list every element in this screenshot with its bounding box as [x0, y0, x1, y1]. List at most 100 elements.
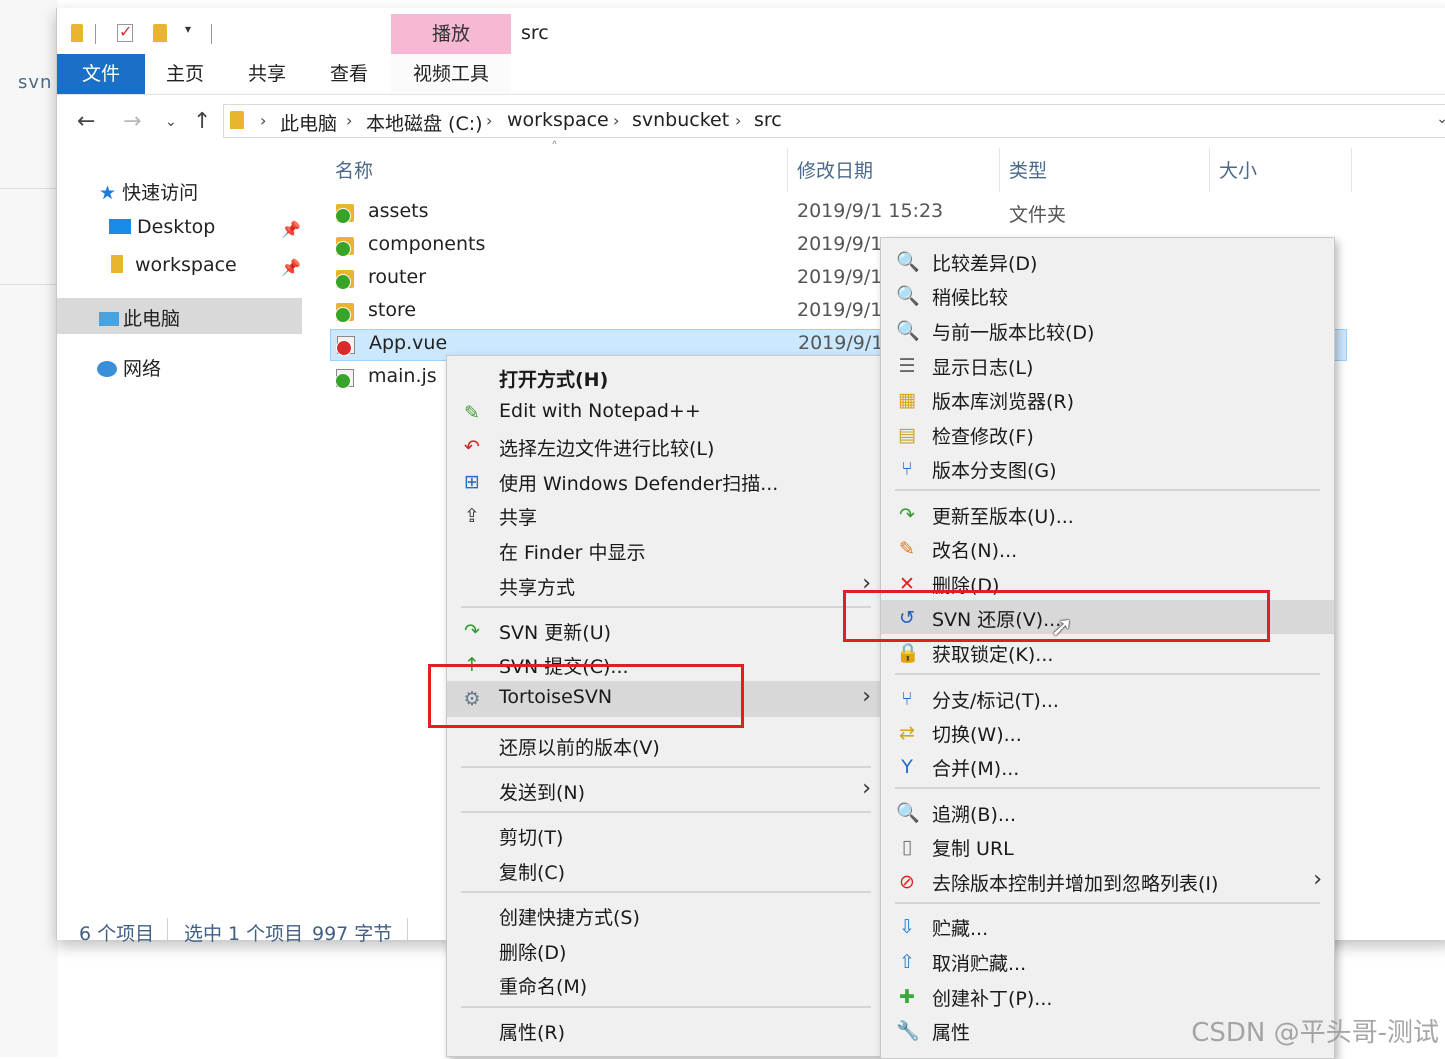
submenu-item-blame[interactable]: 🔍 追溯(B)... [881, 795, 1334, 829]
tab-video-tools[interactable]: 视频工具 [391, 54, 511, 94]
nav-this-pc[interactable]: 此电脑 [99, 304, 180, 331]
pin-icon[interactable]: 📌 [281, 220, 301, 239]
desktop-icon [109, 219, 131, 234]
star-icon: ★ [99, 182, 117, 204]
tab-home[interactable]: 主页 [149, 54, 221, 94]
submenu-item-unshelve[interactable]: ⇧ 取消贮藏... [881, 944, 1334, 978]
ribbon-tabs: 文件 主页 共享 查看 视频工具 [57, 54, 1445, 95]
copy-url-icon: ▯ [901, 836, 913, 858]
menu-separator [895, 489, 1320, 491]
menu-item-defender-scan[interactable]: ⊞ 使用 Windows Defender扫描... [447, 464, 881, 498]
menu-separator [461, 891, 871, 893]
customize-toolbar-dropdown[interactable]: ▾ [185, 22, 191, 36]
menu-item-restore-previous[interactable]: 还原以前的版本(V) [447, 728, 881, 762]
column-divider[interactable] [787, 148, 788, 192]
submenu-item-unversion-ignore[interactable]: ⊘ 去除版本控制并增加到忽略列表(I) › [881, 864, 1334, 898]
revision-graph-icon: ⑂ [901, 458, 913, 480]
submenu-item-shelve[interactable]: ⇩ 贮藏... [881, 909, 1334, 943]
back-arrow-icon[interactable]: ← [77, 102, 95, 142]
menu-item-rename[interactable]: 重命名(M) [447, 967, 881, 1001]
submenu-item-rename[interactable]: ✎ 改名(N)... [881, 531, 1334, 565]
up-arrow-icon[interactable]: ↑ [193, 102, 211, 142]
tortoise-svn-submenu: 🔍 比较差异(D) 🔍 稍候比较 🔍 与前一版本比较(D) ☰ 显示日志(L) … [880, 237, 1335, 1059]
chevron-right-icon[interactable]: › [346, 111, 352, 130]
chevron-right-icon[interactable]: › [613, 111, 619, 130]
submenu-item-check-modifications[interactable]: ▤ 检查修改(F) [881, 417, 1334, 451]
tab-file[interactable]: 文件 [57, 54, 145, 94]
submenu-item-update-to-revision[interactable]: ↷ 更新至版本(U)... [881, 497, 1334, 531]
svn-normal-badge-icon [335, 241, 351, 257]
computer-icon [99, 312, 119, 326]
submenu-item-create-patch[interactable]: ✚ 创建补丁(P)... [881, 979, 1334, 1013]
recent-locations-chevron-icon[interactable]: ⌄ [165, 102, 177, 142]
file-row-assets[interactable]: assets 2019/9/1 15:23 文件夹 [330, 198, 1347, 230]
menu-separator [461, 1006, 871, 1008]
chevron-right-icon[interactable]: › [260, 111, 266, 130]
column-divider[interactable] [1209, 148, 1210, 192]
submenu-item-merge[interactable]: Y 合并(M)... [881, 749, 1334, 783]
menu-item-properties[interactable]: 属性(R) [447, 1013, 881, 1047]
chevron-right-icon[interactable]: › [486, 111, 492, 130]
menu-item-send-to[interactable]: 发送到(N) › [447, 773, 881, 807]
nav-item-workspace[interactable]: workspace [111, 254, 237, 276]
menu-item-edit-notepad[interactable]: ✎ Edit with Notepad++ [447, 395, 881, 429]
menu-item-show-in-finder[interactable]: 在 Finder 中显示 [447, 533, 881, 567]
status-item-count: 6 个项目 [79, 923, 155, 945]
folder-icon[interactable] [71, 24, 83, 42]
column-header-name[interactable]: 名称 [335, 156, 373, 183]
menu-item-share-with[interactable]: 共享方式 › [447, 568, 881, 602]
menu-item-open-with[interactable]: 打开方式(H) [447, 360, 881, 394]
menu-separator [461, 606, 871, 608]
network-icon [97, 361, 117, 377]
nav-network[interactable]: 网络 [97, 354, 161, 381]
submenu-item-repo-browser[interactable]: ▦ 版本库浏览器(R) [881, 382, 1334, 416]
share-icon: ⇪ [464, 505, 480, 527]
menu-item-share[interactable]: ⇪ 共享 [447, 498, 881, 532]
breadcrumb-local-disk[interactable]: 本地磁盘 (C:) [366, 109, 483, 136]
submenu-item-diff-previous[interactable]: 🔍 与前一版本比较(D) [881, 313, 1334, 347]
column-divider[interactable] [999, 148, 1000, 192]
column-header-type[interactable]: 类型 [1009, 156, 1047, 183]
menu-item-copy[interactable]: 复制(C) [447, 853, 881, 887]
submenu-item-diff[interactable]: 🔍 比较差异(D) [881, 244, 1334, 278]
forward-arrow-icon[interactable]: → [123, 102, 141, 142]
chevron-right-icon[interactable]: › [735, 111, 741, 130]
submenu-item-diff-later[interactable]: 🔍 稍候比较 [881, 278, 1334, 312]
submenu-item-copy-url[interactable]: ▯ 复制 URL [881, 829, 1334, 863]
address-bar[interactable]: › 此电脑 › 本地磁盘 (C:) › workspace › svnbucke… [223, 104, 1445, 138]
submenu-item-branch-tag[interactable]: ⑂ 分支/标记(T)... [881, 681, 1334, 715]
unshelve-icon: ⇧ [899, 951, 915, 973]
tab-share[interactable]: 共享 [231, 54, 303, 94]
menu-item-compare-left[interactable]: ↶ 选择左边文件进行比较(L) [447, 429, 881, 463]
status-size: 997 字节 [312, 923, 393, 945]
properties-check-icon[interactable] [117, 22, 133, 42]
new-folder-icon[interactable] [153, 24, 167, 42]
sort-ascending-icon: ˄ [551, 140, 558, 156]
chevron-down-icon[interactable]: ⌄ [1436, 111, 1445, 127]
branch-icon: ⑂ [901, 688, 913, 710]
status-divider [407, 918, 408, 942]
breadcrumb-this-pc[interactable]: 此电脑 [280, 109, 337, 136]
column-header-date[interactable]: 修改日期 [797, 156, 873, 183]
breadcrumb-workspace[interactable]: workspace [507, 109, 609, 131]
merge-icon: Y [901, 756, 913, 778]
nav-item-desktop[interactable]: Desktop [109, 216, 215, 238]
tab-view[interactable]: 查看 [313, 54, 385, 94]
column-header-size[interactable]: 大小 [1219, 156, 1257, 183]
switch-icon: ⇄ [899, 722, 915, 744]
submenu-item-switch[interactable]: ⇄ 切换(W)... [881, 715, 1334, 749]
menu-item-delete[interactable]: 删除(D) [447, 933, 881, 967]
menu-item-cut[interactable]: 剪切(T) [447, 818, 881, 852]
menu-item-svn-update[interactable]: ↷ SVN 更新(U) [447, 613, 881, 647]
pin-icon[interactable]: 📌 [281, 258, 301, 277]
column-divider[interactable] [1351, 148, 1352, 192]
breadcrumb-src[interactable]: src [754, 109, 782, 131]
svn-normal-badge-icon [335, 208, 351, 224]
nav-quick-access[interactable]: ★ 快速访问 [99, 178, 198, 205]
svn-normal-badge-icon [335, 307, 351, 323]
breadcrumb-svnbucket[interactable]: svnbucket [632, 109, 729, 131]
menu-item-create-shortcut[interactable]: 创建快捷方式(S) [447, 898, 881, 932]
submenu-item-show-log[interactable]: ☰ 显示日志(L) [881, 348, 1334, 382]
menu-separator [461, 766, 871, 768]
submenu-item-revision-graph[interactable]: ⑂ 版本分支图(G) [881, 451, 1334, 485]
